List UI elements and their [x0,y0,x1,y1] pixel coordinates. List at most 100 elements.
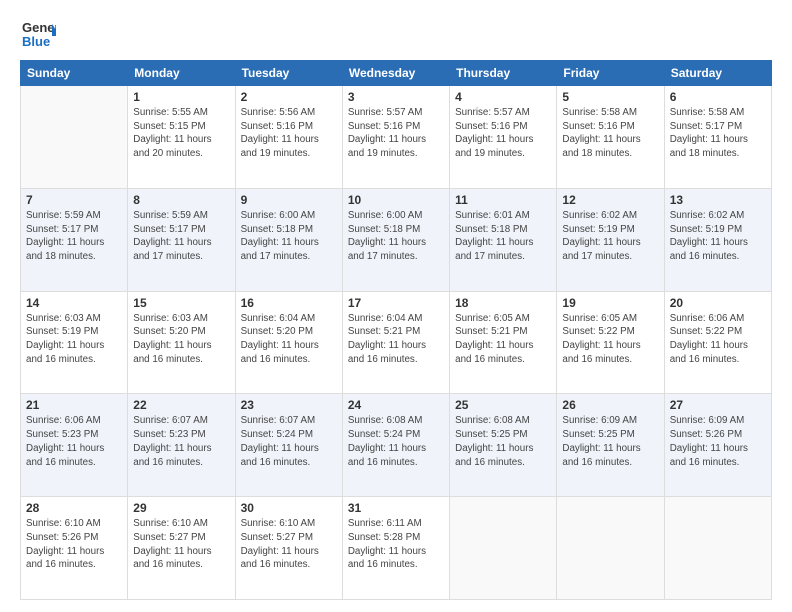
day-number: 21 [26,398,122,412]
day-number: 14 [26,296,122,310]
day-number: 10 [348,193,444,207]
calendar-week-row: 1 Sunrise: 5:55 AMSunset: 5:15 PMDaylight… [21,86,772,189]
calendar-cell: 29 Sunrise: 6:10 AMSunset: 5:27 PMDayligh… [128,497,235,600]
page: General Blue SundayMondayTuesdayWednesda… [0,0,792,612]
day-info: Sunrise: 5:58 AMSunset: 5:17 PMDaylight:… [670,106,766,161]
day-of-week-header: Thursday [450,61,557,86]
day-info: Sunrise: 6:06 AMSunset: 5:22 PMDaylight:… [670,312,766,367]
svg-text:Blue: Blue [22,34,50,49]
day-number: 31 [348,501,444,515]
calendar-cell: 30Sunrise: 6:10 AMSunset: 5:27 PMDayligh… [235,497,342,600]
day-info: Sunrise: 6:01 AMSunset: 5:18 PMDaylight:… [455,209,551,264]
calendar-cell: 9Sunrise: 6:00 AMSunset: 5:18 PMDaylight… [235,188,342,291]
calendar-cell: 16 Sunrise: 6:04 AMSunset: 5:20 PMDayligh… [235,291,342,394]
day-number: 29 [133,501,229,515]
calendar-week-row: 7 Sunrise: 5:59 AMSunset: 5:17 PMDaylight… [21,188,772,291]
day-info: Sunrise: 6:02 AMSunset: 5:19 PMDaylight:… [562,209,658,264]
calendar-cell: 5 Sunrise: 5:58 AMSunset: 5:16 PMDaylight… [557,86,664,189]
calendar-week-row: 21 Sunrise: 6:06 AMSunset: 5:23 PMDayligh… [21,394,772,497]
day-info: Sunrise: 6:03 AMSunset: 5:20 PMDaylight:… [133,312,229,367]
calendar-cell: 26 Sunrise: 6:09 AMSunset: 5:25 PMDayligh… [557,394,664,497]
day-number: 18 [455,296,551,310]
calendar-week-row: 28Sunrise: 6:10 AMSunset: 5:26 PMDayligh… [21,497,772,600]
day-of-week-header: Wednesday [342,61,449,86]
calendar-cell: 22 Sunrise: 6:07 AMSunset: 5:23 PMDayligh… [128,394,235,497]
day-of-week-header: Monday [128,61,235,86]
calendar-cell: 12 Sunrise: 6:02 AMSunset: 5:19 PMDayligh… [557,188,664,291]
calendar-cell: 3 Sunrise: 5:57 AMSunset: 5:16 PMDaylight… [342,86,449,189]
day-info: Sunrise: 6:09 AMSunset: 5:25 PMDaylight:… [562,414,658,469]
calendar-cell: 2Sunrise: 5:56 AMSunset: 5:16 PMDaylight… [235,86,342,189]
day-info: Sunrise: 6:10 AMSunset: 5:27 PMDaylight:… [133,517,229,572]
calendar-cell: 13 Sunrise: 6:02 AMSunset: 5:19 PMDayligh… [664,188,771,291]
day-info: Sunrise: 5:59 AMSunset: 5:17 PMDaylight:… [133,209,229,264]
day-number: 24 [348,398,444,412]
calendar-cell: 31Sunrise: 6:11 AMSunset: 5:28 PMDayligh… [342,497,449,600]
day-number: 6 [670,90,766,104]
calendar-cell: 23 Sunrise: 6:07 AMSunset: 5:24 PMDayligh… [235,394,342,497]
calendar-cell: 14Sunrise: 6:03 AMSunset: 5:19 PMDayligh… [21,291,128,394]
logo: General Blue [20,16,56,52]
day-number: 13 [670,193,766,207]
day-of-week-header: Friday [557,61,664,86]
calendar-cell [557,497,664,600]
day-number: 1 [133,90,229,104]
calendar-cell: 25Sunrise: 6:08 AMSunset: 5:25 PMDayligh… [450,394,557,497]
day-info: Sunrise: 5:57 AMSunset: 5:16 PMDaylight:… [348,106,444,161]
calendar-cell: 17Sunrise: 6:04 AMSunset: 5:21 PMDayligh… [342,291,449,394]
day-info: Sunrise: 6:04 AMSunset: 5:20 PMDaylight:… [241,312,337,367]
day-info: Sunrise: 6:00 AMSunset: 5:18 PMDaylight:… [348,209,444,264]
calendar-cell: 6 Sunrise: 5:58 AMSunset: 5:17 PMDaylight… [664,86,771,189]
calendar-cell [664,497,771,600]
day-number: 3 [348,90,444,104]
day-number: 8 [133,193,229,207]
calendar-cell: 10 Sunrise: 6:00 AMSunset: 5:18 PMDayligh… [342,188,449,291]
calendar-cell: 24 Sunrise: 6:08 AMSunset: 5:24 PMDayligh… [342,394,449,497]
day-info: Sunrise: 6:07 AMSunset: 5:24 PMDaylight:… [241,414,337,469]
day-info: Sunrise: 6:05 AMSunset: 5:22 PMDaylight:… [562,312,658,367]
day-number: 23 [241,398,337,412]
day-of-week-header: Tuesday [235,61,342,86]
day-number: 17 [348,296,444,310]
calendar-cell: 27 Sunrise: 6:09 AMSunset: 5:26 PMDayligh… [664,394,771,497]
day-number: 25 [455,398,551,412]
day-info: Sunrise: 5:55 AMSunset: 5:15 PMDaylight:… [133,106,229,161]
day-info: Sunrise: 6:10 AMSunset: 5:27 PMDaylight:… [241,517,337,572]
day-of-week-header: Sunday [21,61,128,86]
calendar-table: SundayMondayTuesdayWednesdayThursdayFrid… [20,60,772,600]
header: General Blue [20,16,772,52]
calendar-cell [450,497,557,600]
calendar-cell: 11 Sunrise: 6:01 AMSunset: 5:18 PMDayligh… [450,188,557,291]
day-info: Sunrise: 6:06 AMSunset: 5:23 PMDaylight:… [26,414,122,469]
day-info: Sunrise: 6:08 AMSunset: 5:24 PMDaylight:… [348,414,444,469]
day-number: 22 [133,398,229,412]
day-number: 26 [562,398,658,412]
day-number: 7 [26,193,122,207]
calendar-cell: 15 Sunrise: 6:03 AMSunset: 5:20 PMDayligh… [128,291,235,394]
logo-icon: General Blue [20,16,56,52]
calendar-cell: 21 Sunrise: 6:06 AMSunset: 5:23 PMDayligh… [21,394,128,497]
day-number: 12 [562,193,658,207]
day-info: Sunrise: 6:05 AMSunset: 5:21 PMDaylight:… [455,312,551,367]
calendar-cell: 20 Sunrise: 6:06 AMSunset: 5:22 PMDayligh… [664,291,771,394]
calendar-cell: 28Sunrise: 6:10 AMSunset: 5:26 PMDayligh… [21,497,128,600]
calendar-cell: 19Sunrise: 6:05 AMSunset: 5:22 PMDayligh… [557,291,664,394]
calendar-cell: 4Sunrise: 5:57 AMSunset: 5:16 PMDaylight… [450,86,557,189]
day-number: 16 [241,296,337,310]
day-number: 27 [670,398,766,412]
calendar-cell [21,86,128,189]
day-number: 4 [455,90,551,104]
day-number: 11 [455,193,551,207]
day-info: Sunrise: 6:07 AMSunset: 5:23 PMDaylight:… [133,414,229,469]
day-info: Sunrise: 5:56 AMSunset: 5:16 PMDaylight:… [241,106,337,161]
day-info: Sunrise: 5:59 AMSunset: 5:17 PMDaylight:… [26,209,122,264]
day-number: 20 [670,296,766,310]
day-info: Sunrise: 5:58 AMSunset: 5:16 PMDaylight:… [562,106,658,161]
day-number: 5 [562,90,658,104]
svg-text:General: General [22,20,56,35]
calendar-cell: 7 Sunrise: 5:59 AMSunset: 5:17 PMDaylight… [21,188,128,291]
calendar-cell: 18 Sunrise: 6:05 AMSunset: 5:21 PMDayligh… [450,291,557,394]
day-number: 15 [133,296,229,310]
day-info: Sunrise: 6:02 AMSunset: 5:19 PMDaylight:… [670,209,766,264]
day-info: Sunrise: 6:09 AMSunset: 5:26 PMDaylight:… [670,414,766,469]
